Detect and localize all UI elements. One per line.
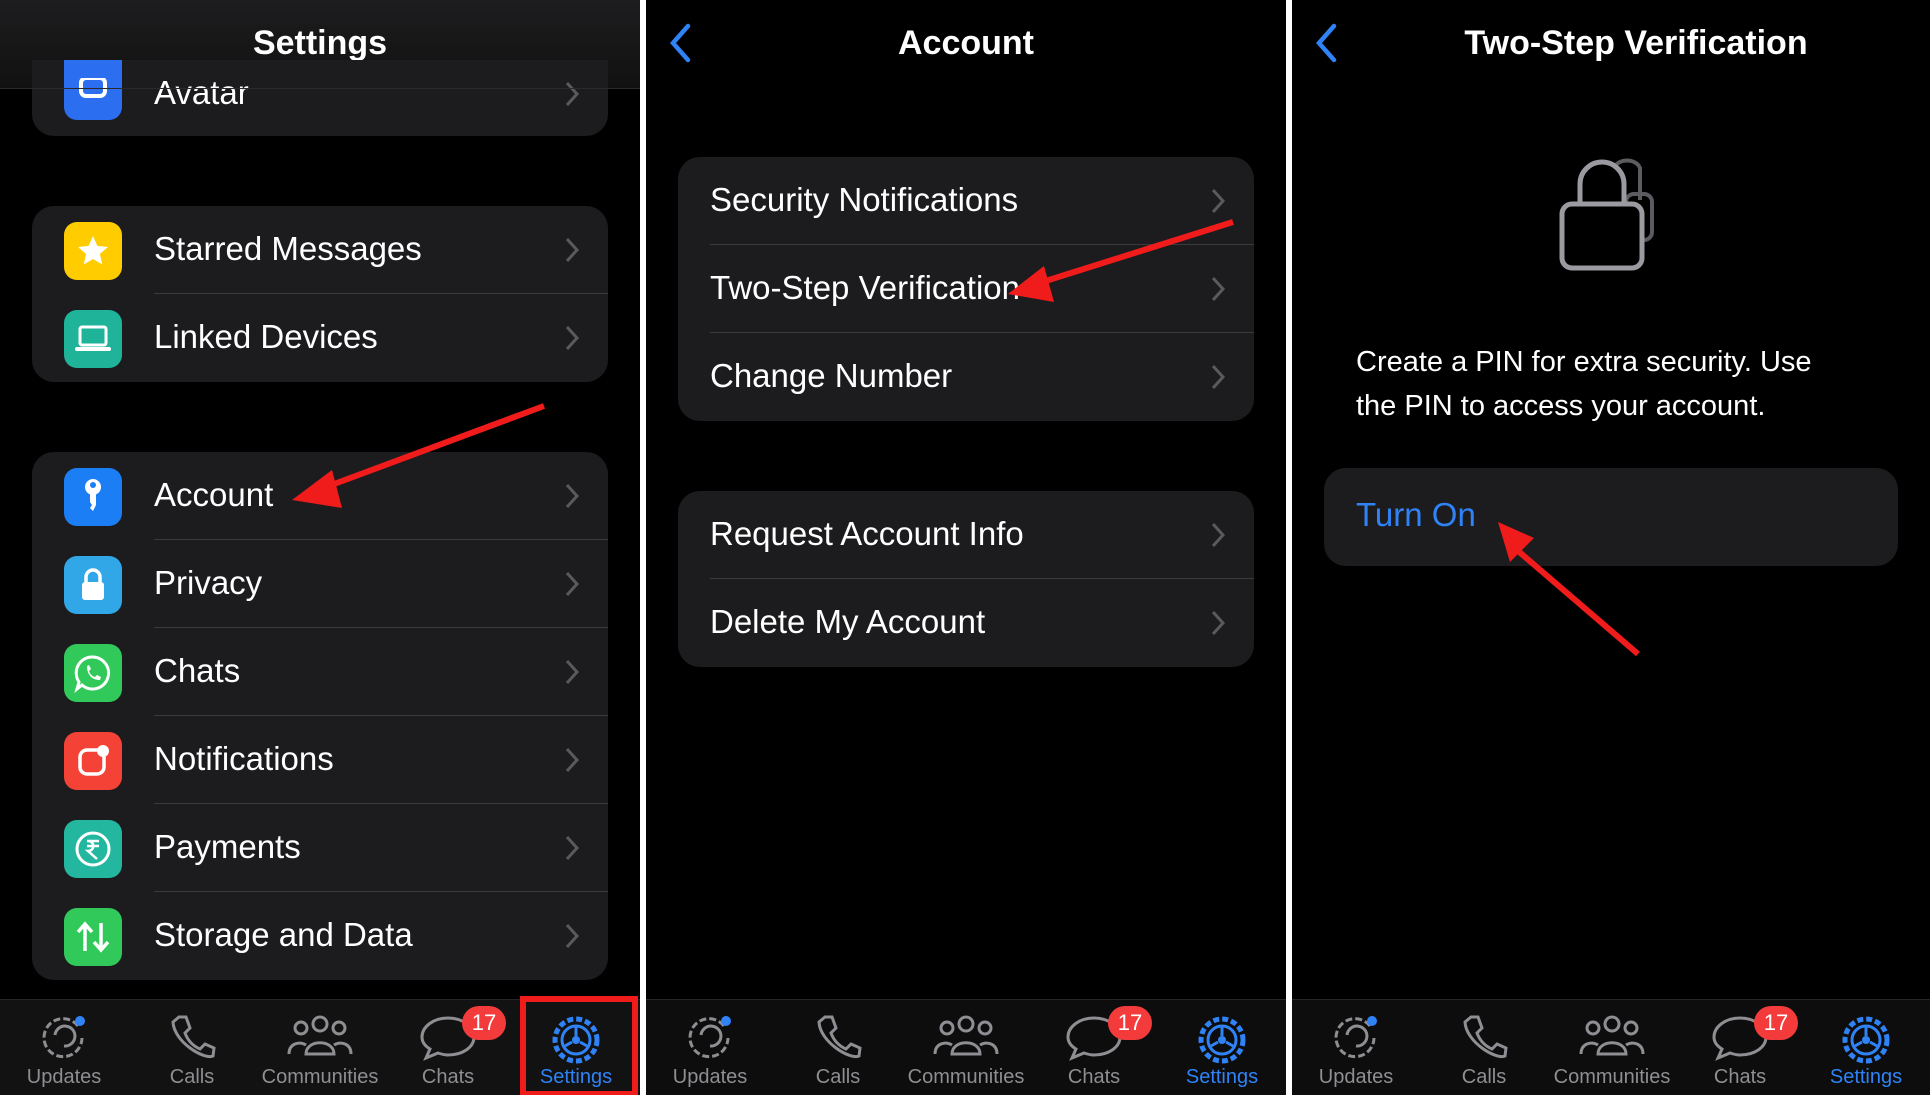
- two-step-panel: Two-Step Verification Create a PIN for e…: [1292, 0, 1930, 1095]
- annotation-arrow: [1498, 522, 1640, 657]
- annotation-arrow: [292, 403, 546, 508]
- settings-panel: Settings Avatar Starred Messages Linked …: [0, 0, 640, 1095]
- annotation-arrow: [1008, 219, 1234, 302]
- account-panel: Account Security Notifications Two-Step …: [646, 0, 1286, 1095]
